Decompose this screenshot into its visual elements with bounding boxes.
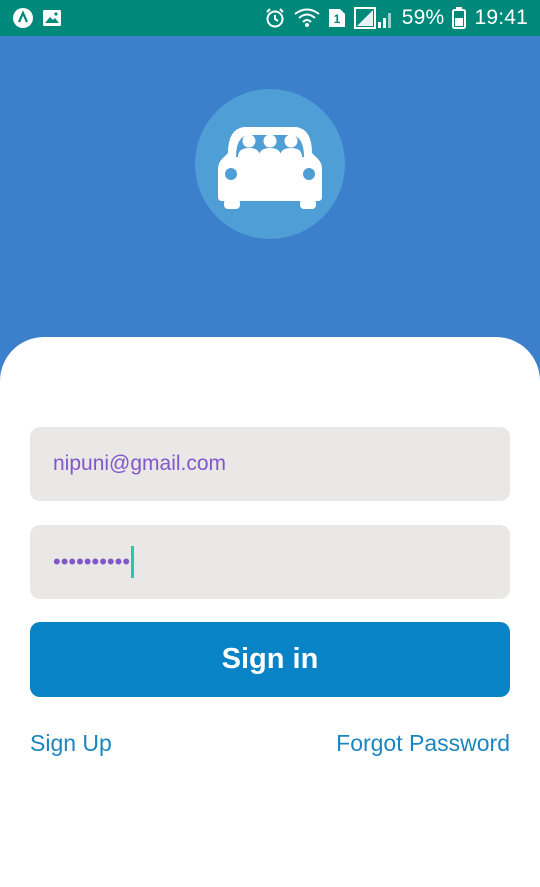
email-field[interactable]: nipuni@gmail.com xyxy=(30,427,510,501)
wifi-icon xyxy=(294,8,320,28)
clock: 19:41 xyxy=(474,6,528,29)
login-card xyxy=(0,337,540,887)
battery-icon xyxy=(452,7,467,29)
text-caret xyxy=(131,546,135,578)
sim-badge-text: 1 xyxy=(333,12,340,26)
app-logo xyxy=(195,89,345,239)
status-right: 1 59% 19:41 xyxy=(264,6,528,30)
sim-icon: 1 xyxy=(328,8,346,28)
password-field[interactable]: •••••••••• xyxy=(30,525,510,599)
status-left xyxy=(12,7,62,29)
car-passengers-icon xyxy=(218,127,322,209)
forgot-password-link[interactable]: Forgot Password xyxy=(336,730,510,757)
app-icon xyxy=(12,7,34,29)
alarm-icon xyxy=(264,7,286,29)
image-icon xyxy=(42,9,62,27)
sign-in-button[interactable]: Sign in xyxy=(30,622,510,697)
signal-icon xyxy=(353,7,394,29)
sign-up-link[interactable]: Sign Up xyxy=(30,730,112,757)
battery-percent: 59% xyxy=(401,6,445,29)
email-value: nipuni@gmail.com xyxy=(53,452,227,475)
status-bar: 1 59% 19:41 xyxy=(0,0,540,36)
password-value: •••••••••• xyxy=(53,549,131,574)
